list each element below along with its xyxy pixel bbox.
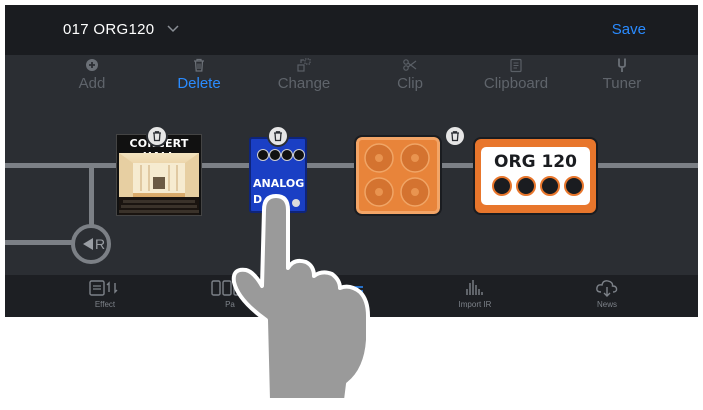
add-button[interactable]: Add: [47, 57, 137, 92]
tuner-label: Tuner: [602, 75, 642, 92]
clipboard-button[interactable]: Clipboard: [471, 57, 561, 92]
trash-icon: [274, 131, 282, 142]
preset-name[interactable]: 017 ORG120: [63, 21, 154, 38]
return-node[interactable]: R: [71, 224, 111, 264]
tuning-fork-icon: [618, 58, 626, 72]
chevron-down-icon[interactable]: [167, 25, 179, 33]
delete-label: Delete: [177, 75, 221, 92]
pedal-knob-4: [293, 149, 305, 161]
add-label: Add: [78, 75, 106, 92]
clip-label: Clip: [397, 75, 423, 92]
return-label: R: [95, 236, 106, 252]
amp-knob-3: [540, 176, 560, 196]
effect-icon: [89, 280, 118, 296]
delete-pedal-button[interactable]: [267, 125, 289, 147]
waveform-icon: [466, 280, 483, 295]
nav-import-ir-label: Import IR: [458, 300, 492, 309]
trash-icon: [153, 131, 161, 142]
trash-icon: [194, 58, 204, 72]
scissors-icon: [403, 59, 417, 71]
plus-circle-icon: [86, 59, 98, 71]
top-bar: 017 ORG120 Save: [5, 5, 698, 55]
nav-effect[interactable]: Effect: [65, 279, 145, 309]
return-wire-horizontal: [5, 240, 75, 245]
edit-toolbar: Add Delete Change Clip Clipboard Tuner: [5, 57, 698, 103]
delete-cabinet-button[interactable]: [444, 125, 466, 147]
delete-button[interactable]: Delete: [154, 57, 244, 92]
amp-knob-1: [492, 176, 512, 196]
pedal-knob-1: [257, 149, 269, 161]
trash-icon: [451, 131, 459, 142]
amp-name-label: ORG 120: [494, 152, 577, 172]
amp-panel: ORG 120: [481, 147, 590, 205]
delete-reverb-button[interactable]: [146, 125, 168, 147]
pedal-knob-2: [269, 149, 281, 161]
amp-knob-2: [516, 176, 536, 196]
swap-icon: [297, 58, 311, 72]
clip-button[interactable]: Clip: [365, 57, 455, 92]
nav-effect-label: Effect: [94, 300, 116, 309]
return-arrow-icon: [83, 238, 93, 250]
amp-knob-4: [564, 176, 584, 196]
save-button[interactable]: Save: [612, 21, 646, 38]
nav-news[interactable]: News: [567, 279, 647, 309]
clipboard-icon: [510, 58, 522, 73]
cloud-download-icon: [596, 280, 618, 297]
tap-gesture-hand: [231, 194, 370, 402]
pedal-knob-3: [281, 149, 293, 161]
clipboard-label: Clipboard: [483, 75, 549, 92]
concert-hall-stage-image: [119, 153, 199, 215]
change-button[interactable]: Change: [259, 57, 349, 92]
org120-amp-block[interactable]: ORG 120: [473, 137, 598, 215]
nav-import-ir[interactable]: Import IR: [435, 279, 515, 309]
nav-news-label: News: [596, 300, 617, 309]
change-label: Change: [277, 75, 331, 92]
tuner-button[interactable]: Tuner: [577, 57, 667, 92]
